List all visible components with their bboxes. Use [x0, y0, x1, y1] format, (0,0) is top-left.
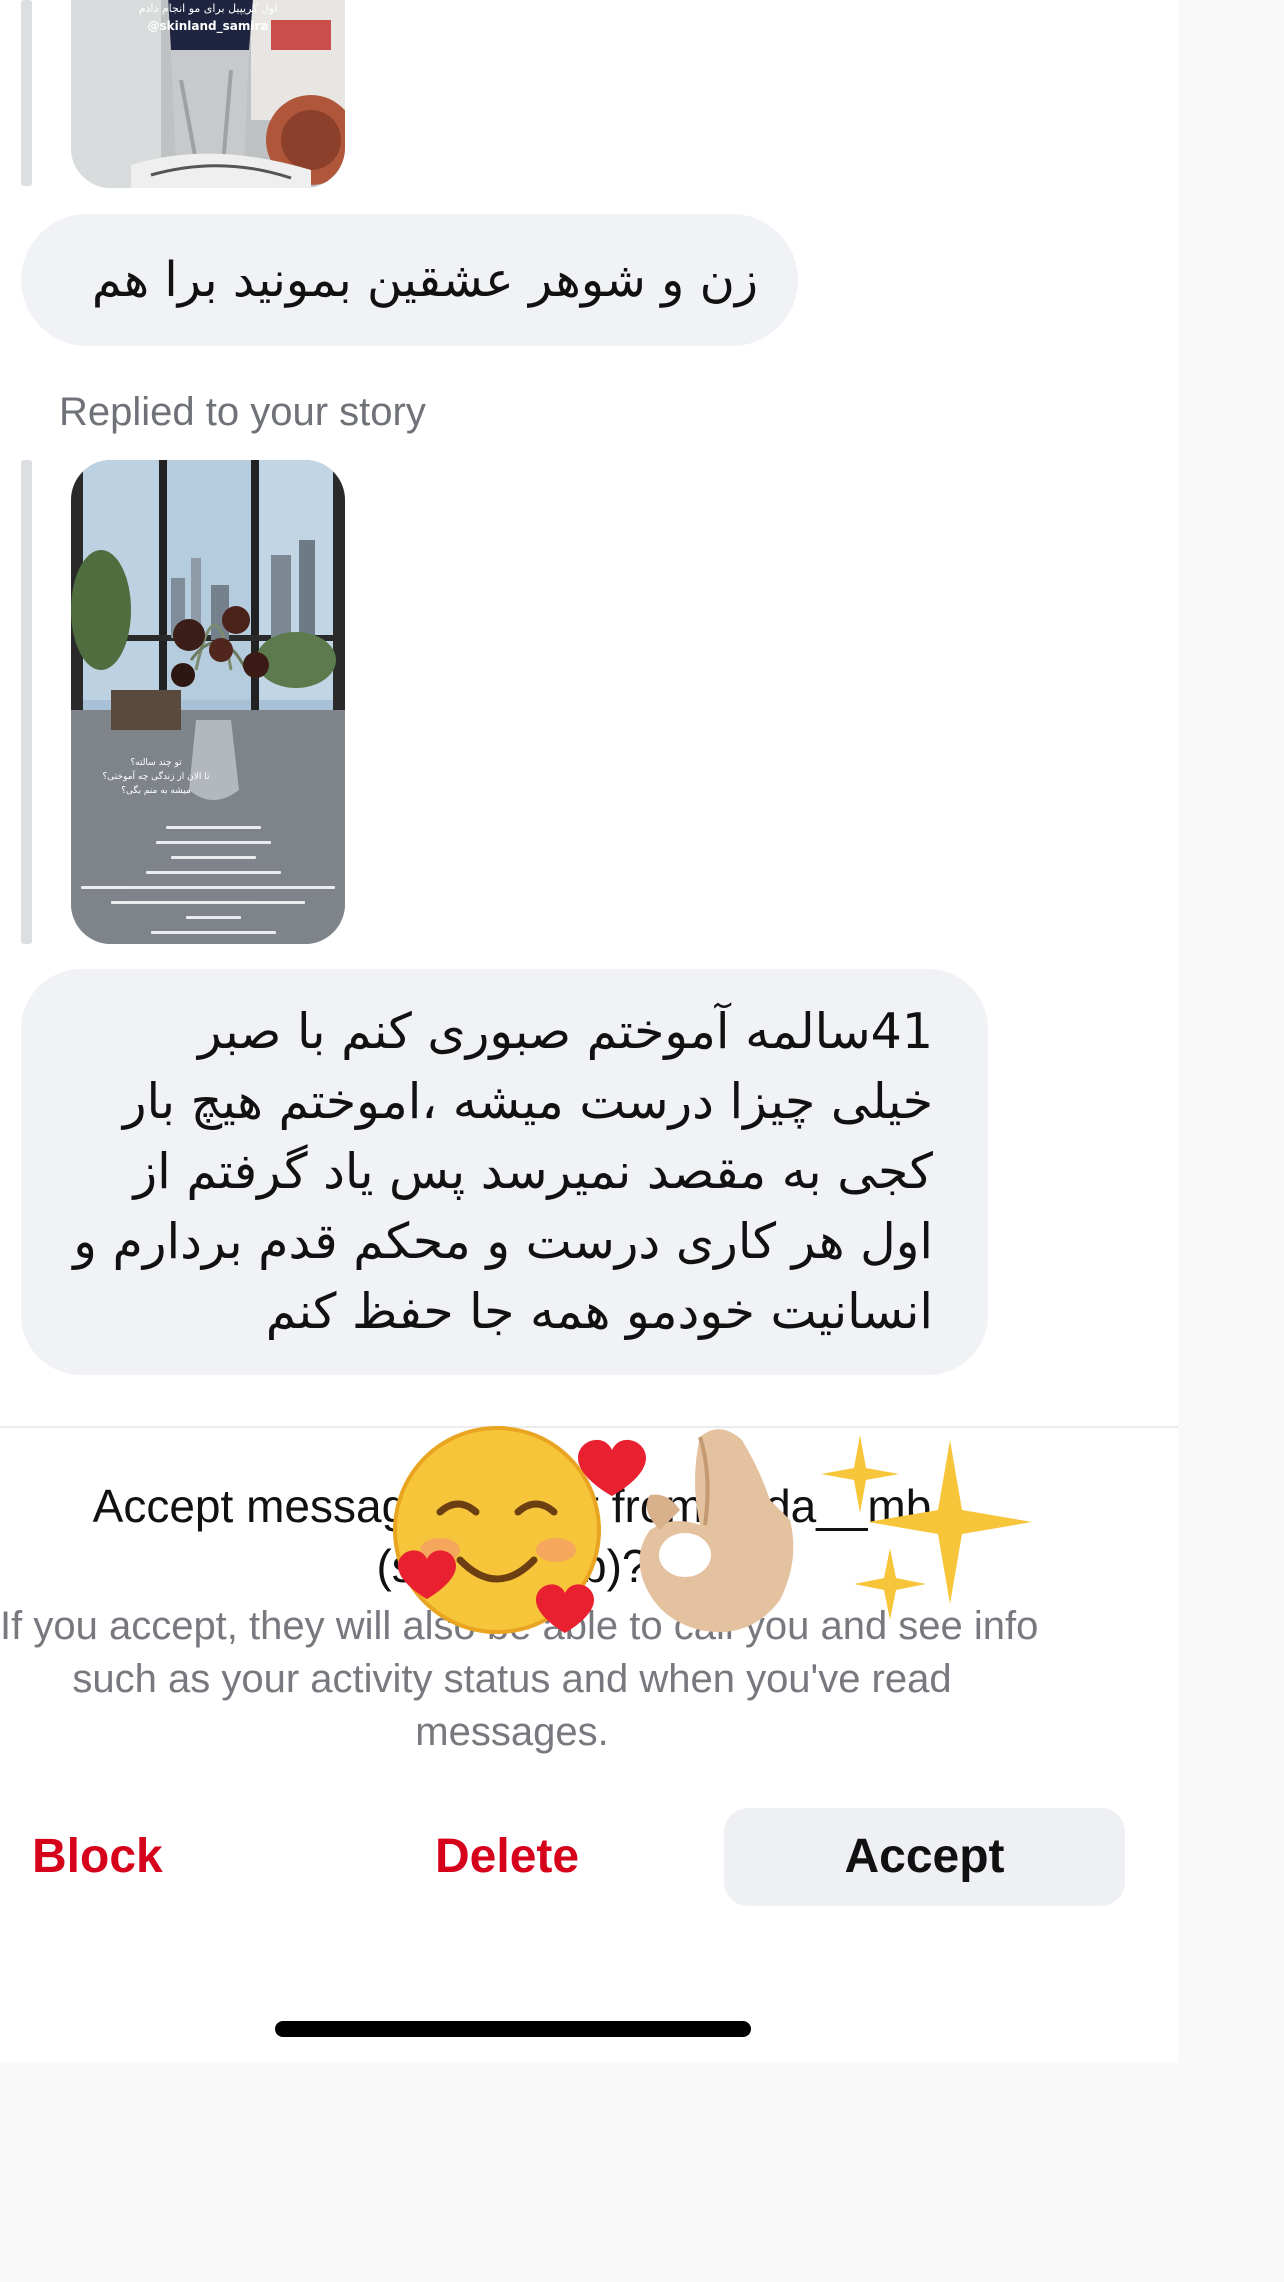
request-info-line-2: such as your activity status and when yo…	[72, 1657, 952, 1701]
story-image-2: تو چند سالته؟ تا الان از زندگی چه آموختی…	[71, 460, 345, 944]
delete-button[interactable]: Delete	[435, 1808, 579, 1906]
story-username: @skinland_samira	[148, 19, 269, 34]
story-thumbnail-2[interactable]: تو چند سالته؟ تا الان از زندگی چه آموختی…	[71, 460, 345, 944]
story2-text-line-2: تا الان از زندگی چه آموختی؟	[103, 770, 210, 782]
story2-text-line-3: میشه به منم بگی؟	[121, 784, 191, 796]
message-bubble-1[interactable]: زن و شوهر عشقین بمونید برا هم	[21, 214, 798, 346]
story2-text-line-1: تو چند سالته؟	[130, 758, 182, 768]
request-info-line-3: messages.	[415, 1710, 609, 1754]
dm-request-screen: اول کریپیل برای مو انجام دادم @skinland_…	[0, 0, 1178, 2062]
message2-line-1: 41سالمه آموختم صبوری کنم با صبر	[197, 1003, 933, 1060]
request-info-line-1: If you accept, they will also be able to…	[0, 1604, 1039, 1648]
message-bubble-2[interactable]: 41سالمه آموختم صبوری کنم با صبر خیلی چیز…	[21, 969, 988, 1375]
story-caption-top: اول کریپیل برای مو انجام دادم	[139, 2, 278, 15]
message2-line-5: انسانیت خودمو همه جا حفظ کنم	[265, 1283, 933, 1340]
message-text-1: زن و شوهر عشقین بمونید برا هم	[91, 252, 758, 308]
story-image-1: اول کریپیل برای مو انجام دادم @skinland_…	[71, 0, 345, 188]
block-button[interactable]: Block	[32, 1808, 163, 1906]
message2-line-4: اول هر کاری درست و محکم قدم بردارم و	[73, 1213, 933, 1270]
request-title-line-1: Accept message request from seda__mb	[92, 1480, 932, 1532]
story-thumbnail-1[interactable]: اول کریپیل برای مو انجام دادم @skinland_…	[71, 0, 345, 188]
message2-line-3: کجی به مقصد نمیرسد پس یاد گرفتم از	[133, 1143, 933, 1200]
request-info: If you accept, they will also be able to…	[0, 1600, 1039, 1759]
section-divider	[0, 1426, 1178, 1428]
request-title: Accept message request from seda__mb (se…	[0, 1476, 1024, 1596]
story-reply-bar	[21, 0, 32, 186]
accept-button[interactable]: Accept	[724, 1808, 1125, 1906]
request-title-line-2: (seda__mb)?	[376, 1540, 648, 1592]
replied-to-story-label: Replied to your story	[59, 390, 426, 434]
story-reply-bar-2	[21, 460, 32, 944]
home-indicator[interactable]	[275, 2021, 751, 2037]
message2-line-2: خیلی چیزا درست میشه ،اموختم هیچ بار	[122, 1073, 933, 1130]
